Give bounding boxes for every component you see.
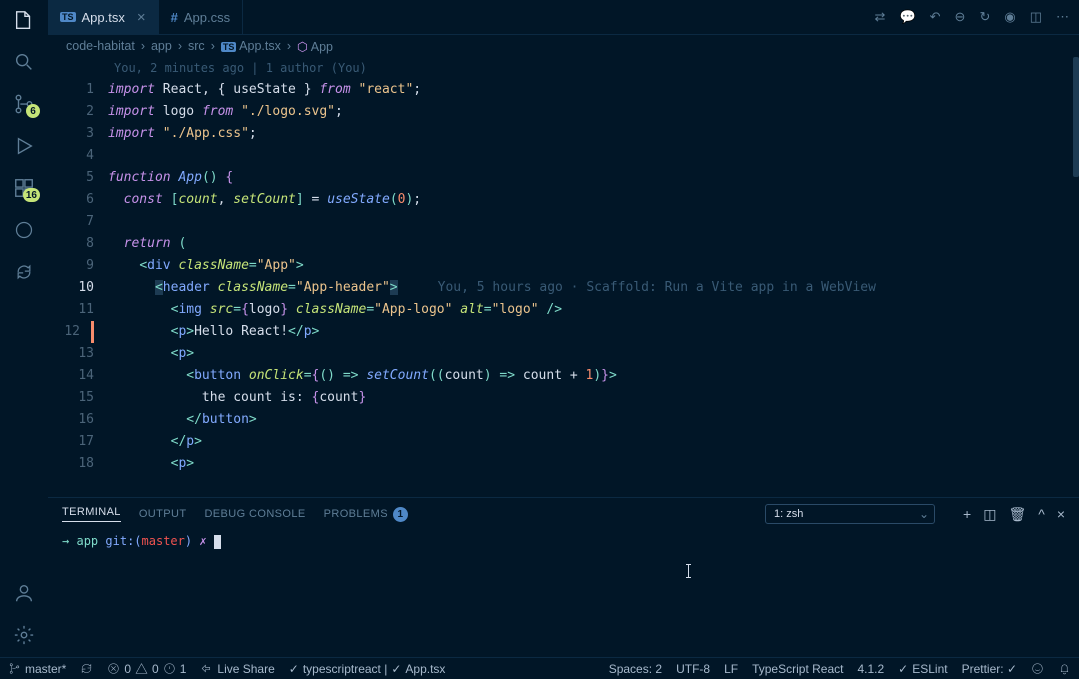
circle-icon[interactable]: ◉ xyxy=(1004,9,1015,25)
run-debug-icon[interactable] xyxy=(12,134,36,158)
scm-badge: 6 xyxy=(26,104,40,118)
code-content[interactable]: import React, { useState } from "react";… xyxy=(108,79,1079,475)
status-bell-icon[interactable] xyxy=(1058,662,1071,675)
code-editor[interactable]: You, 2 minutes ago | 1 author (You) 1234… xyxy=(48,57,1079,497)
remote-icon[interactable] xyxy=(12,218,36,242)
panel-tab-terminal[interactable]: TERMINAL xyxy=(62,506,121,522)
kill-terminal-icon[interactable]: 🗑 xyxy=(1008,506,1026,523)
undo-icon[interactable]: ↶ xyxy=(930,9,941,25)
git-compare-icon[interactable]: ⇄ xyxy=(875,9,886,25)
terminal-cursor xyxy=(214,535,221,549)
split-terminal-icon[interactable]: ◫ xyxy=(983,506,996,523)
comment-icon[interactable]: 💬 xyxy=(899,9,915,25)
problems-badge: 1 xyxy=(393,507,408,522)
status-sync[interactable] xyxy=(80,662,93,675)
ts-icon: TS xyxy=(60,12,76,22)
activity-bar: 6 16 xyxy=(0,0,48,657)
terminal-body[interactable]: → app git:(master) ✗ xyxy=(48,530,1079,657)
explorer-icon[interactable] xyxy=(12,8,36,32)
close-icon[interactable]: × xyxy=(137,9,146,26)
close-panel-icon[interactable]: × xyxy=(1057,506,1065,523)
status-problems[interactable]: 0 0 1 xyxy=(107,662,186,676)
minimap[interactable] xyxy=(1073,57,1079,177)
step-icon[interactable]: ⊖ xyxy=(955,9,966,25)
line-number-gutter: 123456789101112131415161718 xyxy=(48,79,108,475)
chevron-up-icon[interactable]: ^ xyxy=(1038,506,1045,523)
step-over-icon[interactable]: ↻ xyxy=(979,9,990,25)
status-encoding[interactable]: UTF-8 xyxy=(676,662,710,676)
editor-tab[interactable]: TS App.tsx × xyxy=(48,0,159,34)
status-spaces[interactable]: Spaces: 2 xyxy=(609,662,662,676)
status-version[interactable]: 4.1.2 xyxy=(857,662,884,676)
breadcrumbs[interactable]: code-habitat›app›src›TS App.tsx›⬡ App xyxy=(48,35,1079,57)
text-cursor-icon xyxy=(688,564,689,578)
panel-tab-bar: TERMINAL OUTPUT DEBUG CONSOLE PROBLEMS1 1: z… xyxy=(48,498,1079,530)
breadcrumb-item[interactable]: ⬡ App xyxy=(297,39,333,54)
panel-tab-debug-console[interactable]: DEBUG CONSOLE xyxy=(204,508,305,520)
tab-label: App.css xyxy=(184,10,230,25)
accounts-icon[interactable] xyxy=(12,581,36,605)
hash-icon: # xyxy=(171,10,178,25)
panel-tab-output[interactable]: OUTPUT xyxy=(139,508,187,520)
status-eol[interactable]: LF xyxy=(724,662,738,676)
status-prettier[interactable]: Prettier: ✓ xyxy=(962,662,1017,676)
breadcrumb-item[interactable]: TS App.tsx xyxy=(221,39,281,53)
more-icon[interactable]: ⋯ xyxy=(1056,9,1069,25)
breadcrumb-item[interactable]: src xyxy=(188,39,205,53)
status-language[interactable]: TypeScript React xyxy=(752,662,843,676)
breadcrumb-item[interactable]: code-habitat xyxy=(66,39,135,53)
status-live-share[interactable]: Live Share xyxy=(200,662,274,676)
source-control-icon[interactable]: 6 xyxy=(12,92,36,116)
ts-icon: TS xyxy=(221,42,237,52)
git-blame-header: You, 2 minutes ago | 1 author (You) xyxy=(48,57,1079,79)
search-icon[interactable] xyxy=(12,50,36,74)
editor-tab[interactable]: # App.css xyxy=(159,0,243,34)
terminal-selector[interactable]: 1: zsh xyxy=(765,504,935,524)
breadcrumb-item[interactable]: app xyxy=(151,39,172,53)
status-eslint[interactable]: ✓ ESLint xyxy=(898,662,947,676)
extensions-icon[interactable]: 16 xyxy=(12,176,36,200)
ext-badge: 16 xyxy=(23,188,40,202)
tab-label: App.tsx xyxy=(82,10,125,25)
settings-icon[interactable] xyxy=(12,623,36,647)
new-terminal-icon[interactable]: + xyxy=(963,506,971,523)
bottom-panel: TERMINAL OUTPUT DEBUG CONSOLE PROBLEMS1 1: z… xyxy=(48,497,1079,657)
inline-git-blame: You, 5 hours ago · Scaffold: Run a Vite … xyxy=(438,280,876,295)
status-bar: master* 0 0 1 Live Share ✓ typescriptrea… xyxy=(0,657,1079,679)
panel-tab-problems[interactable]: PROBLEMS1 xyxy=(324,507,408,522)
status-feedback-icon[interactable] xyxy=(1031,662,1044,675)
tab-bar: TS App.tsx × # App.css ⇄ 💬 ↶ ⊖ ↻ ◉ ◫ ⋯ xyxy=(48,0,1079,35)
split-editor-icon[interactable]: ◫ xyxy=(1030,9,1042,25)
status-lang-check[interactable]: ✓ typescriptreact | ✓ App.tsx xyxy=(289,662,446,676)
status-branch[interactable]: master* xyxy=(8,662,66,676)
sync-icon[interactable] xyxy=(12,260,36,284)
